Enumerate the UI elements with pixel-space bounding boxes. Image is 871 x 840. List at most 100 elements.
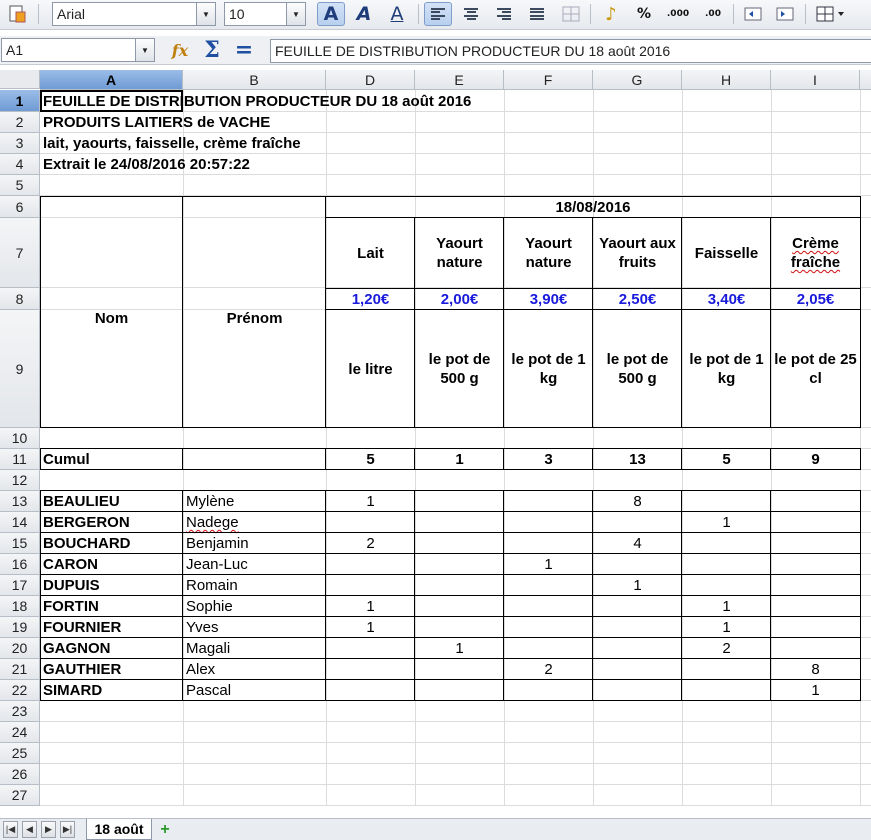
row-header-16[interactable]: 16 (0, 554, 40, 575)
product-unit[interactable]: le pot de 1 kg (504, 310, 593, 428)
cumul-value[interactable]: 9 (771, 449, 860, 470)
person-prenom[interactable]: Jean-Luc (183, 554, 326, 575)
quantity-cell[interactable] (771, 617, 860, 638)
column-header-h[interactable]: H (682, 70, 771, 90)
quantity-cell[interactable] (326, 512, 415, 533)
row-header-13[interactable]: 13 (0, 491, 40, 512)
header-date[interactable]: 18/08/2016 (326, 197, 860, 218)
quantity-cell[interactable] (504, 596, 593, 617)
chevron-down-icon[interactable]: ▼ (286, 3, 305, 25)
person-prenom[interactable]: Nadege (183, 512, 326, 533)
person-nom[interactable]: GAGNON (40, 638, 183, 659)
product-price[interactable]: 2,05€ (771, 288, 860, 310)
quantity-cell[interactable] (326, 554, 415, 575)
font-size-box[interactable]: 10 ▼ (224, 2, 306, 26)
row-header-27[interactable]: 27 (0, 785, 40, 806)
person-nom[interactable]: BOUCHARD (40, 533, 183, 554)
quantity-cell[interactable]: 1 (682, 512, 771, 533)
person-nom[interactable]: FOURNIER (40, 617, 183, 638)
person-prenom[interactable]: Alex (183, 659, 326, 680)
quantity-cell[interactable] (504, 638, 593, 659)
quantity-cell[interactable] (682, 491, 771, 512)
quantity-cell[interactable]: 1 (593, 575, 682, 596)
person-prenom[interactable]: Magali (183, 638, 326, 659)
sheet-title[interactable]: FEUILLE DE DISTRIBUTION PRODUCTEUR DU 18… (40, 91, 474, 112)
row-header-9[interactable]: 9 (0, 310, 40, 428)
justify-icon[interactable] (523, 2, 551, 26)
quantity-cell[interactable] (593, 512, 682, 533)
person-nom[interactable]: FORTIN (40, 596, 183, 617)
quantity-cell[interactable] (415, 617, 504, 638)
row-header-18[interactable]: 18 (0, 596, 40, 617)
person-nom[interactable]: SIMARD (40, 680, 183, 701)
product-unit[interactable]: le pot de 25 cl (771, 310, 860, 428)
merge-cells-icon[interactable] (557, 2, 585, 26)
quantity-cell[interactable]: 1 (415, 638, 504, 659)
row-header-12[interactable]: 12 (0, 470, 40, 491)
increase-indent-icon[interactable] (771, 2, 799, 26)
font-name-box[interactable]: Arial ▼ (52, 2, 216, 26)
add-sheet-icon[interactable]: + (153, 820, 177, 839)
column-header-i[interactable]: I (771, 70, 860, 90)
quantity-cell[interactable] (682, 554, 771, 575)
styles-icon[interactable] (4, 2, 30, 26)
remove-decimal-icon[interactable]: .00 (698, 2, 728, 26)
row-header-2[interactable]: 2 (0, 112, 40, 133)
column-header-g[interactable]: G (593, 70, 682, 90)
quantity-cell[interactable]: 1 (682, 596, 771, 617)
borders-icon[interactable] (812, 2, 850, 26)
row-header-25[interactable]: 25 (0, 743, 40, 764)
quantity-cell[interactable] (593, 638, 682, 659)
currency-icon[interactable]: ♪ (598, 2, 624, 26)
align-right-icon[interactable] (490, 2, 518, 26)
sum-icon[interactable]: Σ (200, 37, 224, 63)
row-header-20[interactable]: 20 (0, 638, 40, 659)
quantity-cell[interactable] (504, 617, 593, 638)
quantity-cell[interactable] (326, 638, 415, 659)
quantity-cell[interactable]: 1 (771, 680, 860, 701)
function-wizard-icon[interactable]: fx (168, 39, 192, 61)
quantity-cell[interactable]: 1 (326, 617, 415, 638)
add-decimal-icon[interactable]: .000 (663, 2, 693, 26)
decrease-indent-icon[interactable] (739, 2, 767, 26)
quantity-cell[interactable] (682, 575, 771, 596)
select-all-corner[interactable] (0, 70, 40, 89)
person-nom[interactable]: CARON (40, 554, 183, 575)
quantity-cell[interactable]: 8 (593, 491, 682, 512)
person-nom[interactable]: BERGERON (40, 512, 183, 533)
product-unit[interactable]: le litre (326, 310, 415, 428)
column-header-b[interactable]: B (183, 70, 326, 90)
person-nom[interactable]: BEAULIEU (40, 491, 183, 512)
product-price[interactable]: 3,90€ (504, 288, 593, 310)
person-prenom[interactable]: Yves (183, 617, 326, 638)
last-sheet-icon[interactable]: ▶| (60, 821, 75, 838)
row-header-23[interactable]: 23 (0, 701, 40, 722)
quantity-cell[interactable]: 1 (682, 617, 771, 638)
row-header-5[interactable]: 5 (0, 175, 40, 196)
sheet-tab-18-aout[interactable]: 18 août (86, 819, 152, 840)
row-header-4[interactable]: 4 (0, 154, 40, 175)
row-header-24[interactable]: 24 (0, 722, 40, 743)
row-header-26[interactable]: 26 (0, 764, 40, 785)
quantity-cell[interactable]: 1 (326, 491, 415, 512)
align-center-icon[interactable] (457, 2, 485, 26)
product-price[interactable]: 2,00€ (415, 288, 504, 310)
quantity-cell[interactable] (593, 554, 682, 575)
person-prenom[interactable]: Sophie (183, 596, 326, 617)
align-left-icon[interactable] (424, 2, 452, 26)
cumul-label[interactable]: Cumul (40, 449, 93, 470)
function-icon[interactable]: = (232, 37, 256, 63)
chevron-down-icon[interactable]: ▼ (196, 3, 215, 25)
column-header-a[interactable]: A (40, 70, 183, 90)
quantity-cell[interactable] (771, 554, 860, 575)
header-prenom[interactable]: Prénom (183, 197, 326, 439)
quantity-cell[interactable]: 8 (771, 659, 860, 680)
product-name[interactable]: Yaourt nature (415, 218, 504, 288)
italic-icon[interactable]: A (350, 2, 378, 26)
quantity-cell[interactable] (771, 596, 860, 617)
row-header-6[interactable]: 6 (0, 196, 40, 218)
underline-icon[interactable]: A (383, 2, 411, 26)
column-header-d[interactable]: D (326, 70, 415, 90)
row-header-10[interactable]: 10 (0, 428, 40, 449)
cumul-value[interactable]: 13 (593, 449, 682, 470)
